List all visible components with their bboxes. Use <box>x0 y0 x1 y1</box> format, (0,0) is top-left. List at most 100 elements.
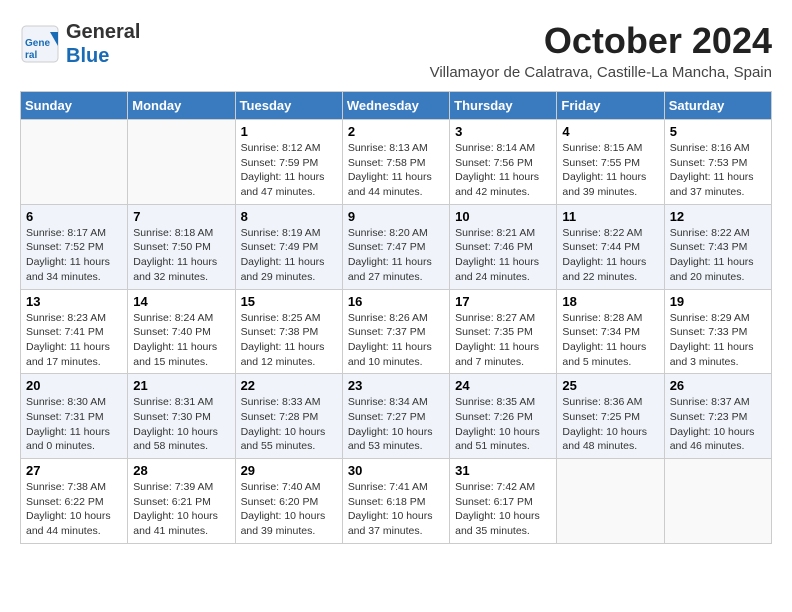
weekday-header-monday: Monday <box>128 92 235 120</box>
title-block: October 2024 Villamayor de Calatrava, Ca… <box>430 20 772 81</box>
day-number: 26 <box>670 378 766 393</box>
day-info: Sunrise: 8:14 AM Sunset: 7:56 PM Dayligh… <box>455 141 551 200</box>
logo: Gene ral General Blue <box>20 20 140 68</box>
calendar-cell: 11Sunrise: 8:22 AM Sunset: 7:44 PM Dayli… <box>557 204 664 289</box>
day-number: 28 <box>133 463 229 478</box>
calendar-cell: 28 Sunrise: 7:39 AM Sunset: 6:21 PM Dayli… <box>128 459 235 544</box>
logo-general: General <box>66 20 140 44</box>
day-info: Sunrise: 8:26 AM Sunset: 7:37 PM Dayligh… <box>348 311 444 370</box>
day-info: Sunrise: 8:13 AM Sunset: 7:58 PM Dayligh… <box>348 141 444 200</box>
calendar-cell: 12Sunrise: 8:22 AM Sunset: 7:43 PM Dayli… <box>664 204 771 289</box>
day-number: 22 <box>241 378 337 393</box>
day-info: Sunrise: 8:33 AM Sunset: 7:28 PM Dayligh… <box>241 395 337 454</box>
location-subtitle: Villamayor de Calatrava, Castille-La Man… <box>430 64 772 81</box>
day-number: 25 <box>562 378 658 393</box>
calendar-table: SundayMondayTuesdayWednesdayThursdayFrid… <box>20 91 772 544</box>
day-info: Sunrise: 8:28 AM Sunset: 7:34 PM Dayligh… <box>562 311 658 370</box>
weekday-header-thursday: Thursday <box>450 92 557 120</box>
day-number: 21 <box>133 378 229 393</box>
day-number: 8 <box>241 209 337 224</box>
day-info: Sunrise: 8:18 AM Sunset: 7:50 PM Dayligh… <box>133 226 229 285</box>
calendar-cell: 1 Sunrise: 8:12 AM Sunset: 7:59 PM Daylig… <box>235 120 342 205</box>
day-info: Sunrise: 8:15 AM Sunset: 7:55 PM Dayligh… <box>562 141 658 200</box>
day-info: Sunrise: 7:41 AM Sunset: 6:18 PM Dayligh… <box>348 480 444 539</box>
calendar-cell: 23 Sunrise: 8:34 AM Sunset: 7:27 PM Dayli… <box>342 374 449 459</box>
calendar-cell: 19 Sunrise: 8:29 AM Sunset: 7:33 PM Dayli… <box>664 289 771 374</box>
day-info: Sunrise: 8:31 AM Sunset: 7:30 PM Dayligh… <box>133 395 229 454</box>
day-number: 4 <box>562 124 658 139</box>
day-number: 7 <box>133 209 229 224</box>
day-info: Sunrise: 8:21 AM Sunset: 7:46 PM Dayligh… <box>455 226 551 285</box>
day-info: Sunrise: 8:25 AM Sunset: 7:38 PM Dayligh… <box>241 311 337 370</box>
calendar-cell: 17 Sunrise: 8:27 AM Sunset: 7:35 PM Dayli… <box>450 289 557 374</box>
calendar-cell: 14 Sunrise: 8:24 AM Sunset: 7:40 PM Dayli… <box>128 289 235 374</box>
day-info: Sunrise: 8:23 AM Sunset: 7:41 PM Dayligh… <box>26 311 122 370</box>
calendar-cell: 29 Sunrise: 7:40 AM Sunset: 6:20 PM Dayli… <box>235 459 342 544</box>
day-info: Sunrise: 8:12 AM Sunset: 7:59 PM Dayligh… <box>241 141 337 200</box>
day-number: 19 <box>670 294 766 309</box>
day-info: Sunrise: 8:24 AM Sunset: 7:40 PM Dayligh… <box>133 311 229 370</box>
calendar-cell: 3 Sunrise: 8:14 AM Sunset: 7:56 PM Daylig… <box>450 120 557 205</box>
svg-text:ral: ral <box>25 50 37 61</box>
calendar-cell: 18 Sunrise: 8:28 AM Sunset: 7:34 PM Dayli… <box>557 289 664 374</box>
day-info: Sunrise: 7:40 AM Sunset: 6:20 PM Dayligh… <box>241 480 337 539</box>
day-number: 23 <box>348 378 444 393</box>
day-number: 15 <box>241 294 337 309</box>
day-info: Sunrise: 8:29 AM Sunset: 7:33 PM Dayligh… <box>670 311 766 370</box>
day-number: 2 <box>348 124 444 139</box>
weekday-header-sunday: Sunday <box>21 92 128 120</box>
day-number: 20 <box>26 378 122 393</box>
day-info: Sunrise: 8:17 AM Sunset: 7:52 PM Dayligh… <box>26 226 122 285</box>
day-number: 1 <box>241 124 337 139</box>
weekday-header-tuesday: Tuesday <box>235 92 342 120</box>
day-number: 29 <box>241 463 337 478</box>
calendar-cell: 21 Sunrise: 8:31 AM Sunset: 7:30 PM Dayli… <box>128 374 235 459</box>
calendar-cell: 30 Sunrise: 7:41 AM Sunset: 6:18 PM Dayli… <box>342 459 449 544</box>
weekday-header-saturday: Saturday <box>664 92 771 120</box>
calendar-cell <box>557 459 664 544</box>
calendar-header: SundayMondayTuesdayWednesdayThursdayFrid… <box>21 92 772 120</box>
day-number: 27 <box>26 463 122 478</box>
calendar-cell: 16 Sunrise: 8:26 AM Sunset: 7:37 PM Dayli… <box>342 289 449 374</box>
day-number: 14 <box>133 294 229 309</box>
month-title: October 2024 <box>430 20 772 62</box>
day-info: Sunrise: 8:22 AM Sunset: 7:44 PM Dayligh… <box>562 226 658 285</box>
calendar-cell: 24Sunrise: 8:35 AM Sunset: 7:26 PM Dayli… <box>450 374 557 459</box>
svg-text:Gene: Gene <box>25 38 50 49</box>
calendar-cell: 15 Sunrise: 8:25 AM Sunset: 7:38 PM Dayli… <box>235 289 342 374</box>
calendar-cell: 8 Sunrise: 8:19 AM Sunset: 7:49 PM Daylig… <box>235 204 342 289</box>
calendar-cell: 26 Sunrise: 8:37 AM Sunset: 7:23 PM Dayli… <box>664 374 771 459</box>
calendar-cell <box>664 459 771 544</box>
day-number: 31 <box>455 463 551 478</box>
day-number: 12 <box>670 209 766 224</box>
calendar-cell: 10Sunrise: 8:21 AM Sunset: 7:46 PM Dayli… <box>450 204 557 289</box>
day-info: Sunrise: 8:34 AM Sunset: 7:27 PM Dayligh… <box>348 395 444 454</box>
day-info: Sunrise: 8:30 AM Sunset: 7:31 PM Dayligh… <box>26 395 122 454</box>
calendar-cell: 13Sunrise: 8:23 AM Sunset: 7:41 PM Dayli… <box>21 289 128 374</box>
page-header: Gene ral General Blue October 2024 Villa… <box>20 20 772 81</box>
day-number: 9 <box>348 209 444 224</box>
day-number: 16 <box>348 294 444 309</box>
day-info: Sunrise: 8:36 AM Sunset: 7:25 PM Dayligh… <box>562 395 658 454</box>
calendar-cell: 20 Sunrise: 8:30 AM Sunset: 7:31 PM Dayli… <box>21 374 128 459</box>
day-number: 17 <box>455 294 551 309</box>
day-number: 5 <box>670 124 766 139</box>
calendar-cell: 2 Sunrise: 8:13 AM Sunset: 7:58 PM Daylig… <box>342 120 449 205</box>
calendar-cell: 6 Sunrise: 8:17 AM Sunset: 7:52 PM Daylig… <box>21 204 128 289</box>
day-info: Sunrise: 8:20 AM Sunset: 7:47 PM Dayligh… <box>348 226 444 285</box>
calendar-cell: 9 Sunrise: 8:20 AM Sunset: 7:47 PM Daylig… <box>342 204 449 289</box>
day-number: 30 <box>348 463 444 478</box>
calendar-cell <box>21 120 128 205</box>
day-info: Sunrise: 8:37 AM Sunset: 7:23 PM Dayligh… <box>670 395 766 454</box>
day-info: Sunrise: 8:16 AM Sunset: 7:53 PM Dayligh… <box>670 141 766 200</box>
day-number: 3 <box>455 124 551 139</box>
day-info: Sunrise: 7:39 AM Sunset: 6:21 PM Dayligh… <box>133 480 229 539</box>
day-info: Sunrise: 8:27 AM Sunset: 7:35 PM Dayligh… <box>455 311 551 370</box>
calendar-cell: 27Sunrise: 7:38 AM Sunset: 6:22 PM Dayli… <box>21 459 128 544</box>
day-info: Sunrise: 8:19 AM Sunset: 7:49 PM Dayligh… <box>241 226 337 285</box>
calendar-cell: 7 Sunrise: 8:18 AM Sunset: 7:50 PM Daylig… <box>128 204 235 289</box>
day-number: 6 <box>26 209 122 224</box>
calendar-cell: 4 Sunrise: 8:15 AM Sunset: 7:55 PM Daylig… <box>557 120 664 205</box>
day-number: 18 <box>562 294 658 309</box>
calendar-cell: 25 Sunrise: 8:36 AM Sunset: 7:25 PM Dayli… <box>557 374 664 459</box>
